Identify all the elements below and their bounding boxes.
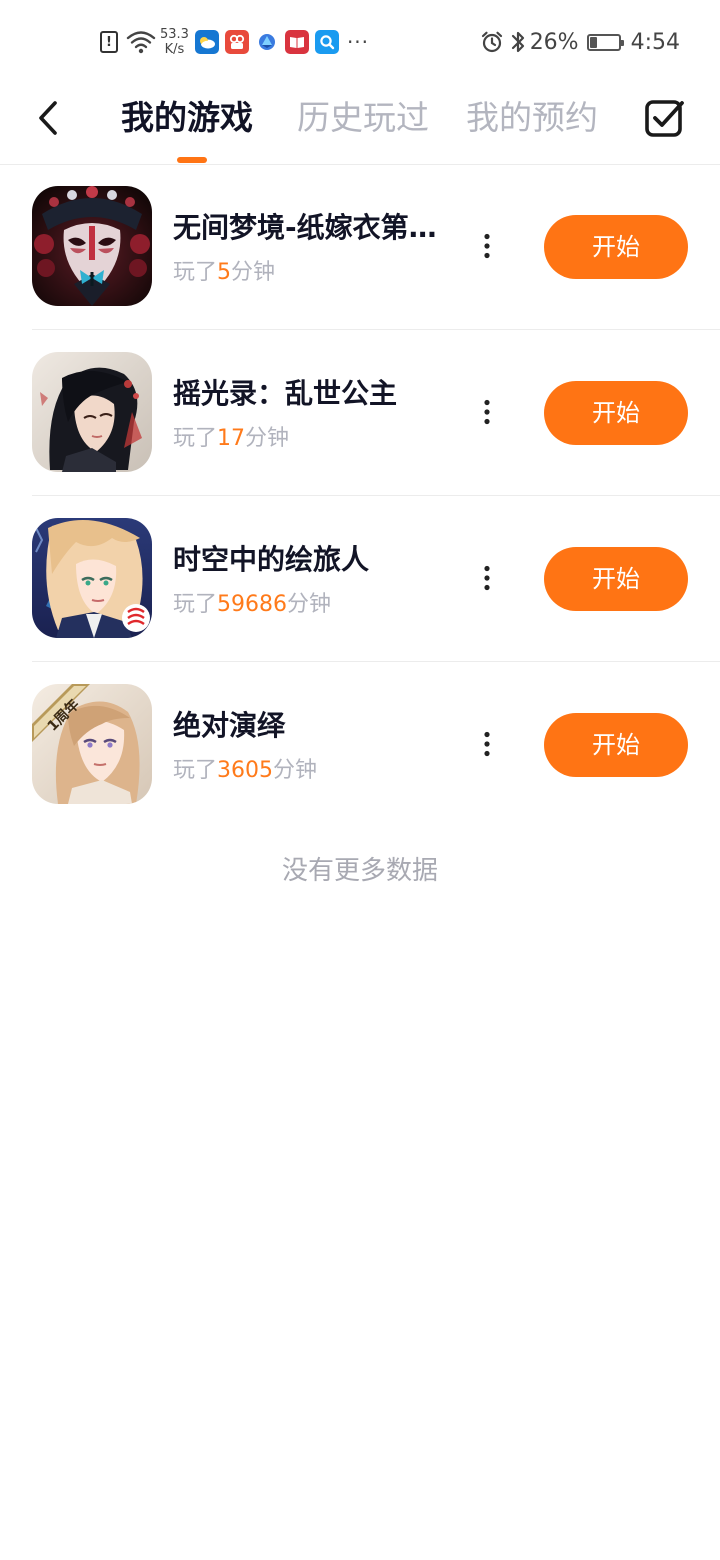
back-button[interactable] (26, 96, 70, 140)
playtime-minutes: 3605 (217, 758, 274, 783)
game-list-item: 时空中的绘旅人 玩了59686分钟 开始 (32, 496, 720, 662)
status-bar-left: ! 53.3 K/s ··· (100, 24, 369, 60)
game-playtime: 玩了3605分钟 (173, 755, 317, 787)
no-more-data-text: 没有更多数据 (281, 856, 438, 886)
more-notifications-icon: ··· (346, 30, 370, 54)
game-list-item: 1周年 绝对演绎 玩了3605分钟 开始 (32, 662, 720, 827)
playtime-suffix: 分钟 (231, 260, 276, 285)
more-vertical-icon (484, 233, 490, 259)
playtime-minutes: 59686 (217, 592, 288, 617)
network-speed: 53.3 K/s (160, 27, 189, 57)
battery-percent: 26% (529, 29, 579, 55)
network-speed-unit: K/s (164, 42, 185, 57)
more-vertical-icon (484, 731, 490, 757)
game-title: 时空中的绘旅人 (173, 543, 370, 576)
status-bar: ! 53.3 K/s ··· 26% 4:54 (0, 0, 720, 84)
game-list-item: 无间梦境-纸嫁衣第… 玩了5分钟 开始 (32, 164, 720, 330)
clock: 4:54 (630, 29, 680, 55)
start-game-button[interactable]: 开始 (544, 713, 688, 777)
playtime-prefix: 玩了 (173, 426, 218, 451)
start-game-button[interactable]: 开始 (544, 215, 688, 279)
tab-my-games[interactable]: 我的游戏 (121, 96, 253, 140)
header: 我的游戏 历史玩过 我的预约 (0, 84, 720, 165)
alarm-icon (480, 30, 504, 54)
bluetooth-icon (510, 29, 526, 55)
more-options-button[interactable] (472, 392, 502, 432)
game-title: 无间梦境-纸嫁衣第… (173, 211, 437, 244)
chevron-left-icon (39, 101, 57, 135)
reader-app-icon (284, 30, 309, 54)
sim-alert-icon: ! (100, 31, 118, 53)
playtime-minutes: 5 (217, 260, 232, 285)
edit-checkbox-button[interactable] (644, 98, 684, 138)
start-game-button[interactable]: 开始 (544, 547, 688, 611)
more-vertical-icon (484, 565, 490, 591)
start-game-button[interactable]: 开始 (544, 381, 688, 445)
game-title: 绝对演绎 (173, 709, 286, 742)
more-options-button[interactable] (472, 226, 502, 266)
playtime-prefix: 玩了 (173, 758, 218, 783)
active-tab-indicator (177, 157, 207, 163)
screen: ! 53.3 K/s ··· 26% 4:54 我的游戏 历史玩过 我的预约 无… (0, 0, 720, 1560)
battery-level-fill (589, 36, 598, 48)
video-app-icon (224, 30, 249, 54)
network-speed-value: 53.3 (160, 27, 189, 42)
wifi-icon (126, 30, 156, 54)
playtime-suffix: 分钟 (287, 592, 332, 617)
game-playtime: 玩了5分钟 (173, 257, 275, 289)
playtime-prefix: 玩了 (173, 592, 218, 617)
game-list: 无间梦境-纸嫁衣第… 玩了5分钟 开始 摇光录：乱世公主 玩了17分钟 开始 时… (0, 164, 720, 827)
status-bar-right: 26% 4:54 (480, 24, 680, 60)
playtime-suffix: 分钟 (273, 758, 318, 783)
playtime-prefix: 玩了 (173, 260, 218, 285)
game-list-item: 摇光录：乱世公主 玩了17分钟 开始 (32, 330, 720, 496)
game-title: 摇光录：乱世公主 (173, 377, 398, 410)
playtime-minutes: 17 (217, 426, 246, 451)
tab-history-played[interactable]: 历史玩过 (297, 96, 429, 140)
more-options-button[interactable] (472, 558, 502, 598)
game-icon-opera-mask[interactable] (32, 186, 152, 306)
game-playtime: 玩了59686分钟 (173, 589, 331, 621)
game-icon-anniversary-heroine[interactable]: 1周年 (32, 684, 152, 804)
tab-my-reservations[interactable]: 我的预约 (466, 96, 598, 140)
checkbox-edit-icon (645, 100, 684, 137)
playtime-suffix: 分钟 (245, 426, 290, 451)
weather-icon (194, 30, 219, 54)
game-icon-dark-haired-prince[interactable] (32, 352, 152, 472)
game-playtime: 玩了17分钟 (173, 423, 289, 455)
search-app-icon (314, 30, 339, 54)
browser-app-icon (254, 30, 279, 54)
battery-icon (586, 33, 624, 51)
more-options-button[interactable] (472, 724, 502, 764)
more-vertical-icon (484, 399, 490, 425)
game-icon-blonde-painter[interactable] (32, 518, 152, 638)
